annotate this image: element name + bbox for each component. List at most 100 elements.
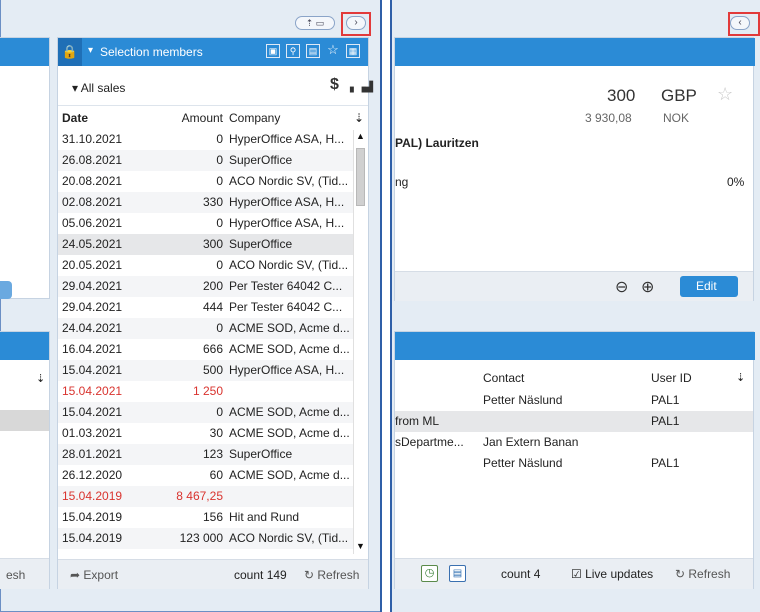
cell-amount: 1 250 bbox=[192, 384, 223, 398]
table-row[interactable]: 16.04.2021 666 ACME SOD, Acme d... bbox=[58, 339, 354, 360]
cell-date: 15.04.2019 bbox=[62, 510, 123, 524]
caret-down-icon[interactable]: ▾ bbox=[88, 45, 93, 56]
sort-icon[interactable]: ⇣ bbox=[736, 371, 745, 384]
cell-company: ACME SOD, Acme d... bbox=[229, 342, 350, 356]
filter-bar: ▾ All sales $ ▖▗▟ bbox=[58, 66, 373, 106]
card-icon[interactable]: ▣ bbox=[266, 44, 280, 58]
cell-user-id: PAL1 bbox=[651, 414, 680, 428]
cell-company: ACO Nordic SV, (Tid... bbox=[229, 174, 349, 188]
table-row[interactable]: sDepartme... Jan Extern Banan bbox=[395, 432, 753, 453]
panel-footer-button[interactable] bbox=[0, 281, 12, 299]
panel-header: 🔒 ▾ Selection members ▣ ⚲ ▤ ☆ ▦ bbox=[58, 38, 368, 66]
next-icon[interactable]: ⊕ bbox=[641, 277, 654, 297]
scroll-thumb[interactable] bbox=[356, 148, 365, 206]
previous-icon[interactable]: ⊖ bbox=[615, 277, 628, 297]
table-row[interactable]: Petter Näslund PAL1 bbox=[395, 390, 753, 411]
panel-header bbox=[0, 38, 49, 66]
left-partial-panel bbox=[0, 37, 50, 299]
cell-amount: 0 bbox=[216, 405, 223, 419]
cell-company: Hit and Rund bbox=[229, 510, 300, 524]
refresh-button[interactable]: esh bbox=[6, 568, 25, 582]
table-row[interactable]: 15.04.2019 156 Hit and Rund bbox=[58, 507, 354, 528]
cell-user-id: PAL1 bbox=[651, 393, 680, 407]
clock-icon[interactable]: ◷ bbox=[421, 565, 438, 582]
favorite-star-icon[interactable]: ☆ bbox=[717, 84, 733, 105]
table-row[interactable]: 26.12.2020 60 ACME SOD, Acme d... bbox=[58, 465, 354, 486]
cell-date: 28.01.2021 bbox=[62, 447, 123, 461]
scrollbar[interactable]: ▲ ▼ bbox=[353, 130, 367, 554]
table-row[interactable]: 20.08.2021 0 ACO Nordic SV, (Tid... bbox=[58, 171, 354, 192]
table-row[interactable]: Petter Näslund PAL1 bbox=[395, 453, 753, 474]
cell-company: ACME SOD, Acme d... bbox=[229, 426, 350, 440]
refresh-button[interactable]: ↻ Refresh bbox=[304, 568, 359, 582]
table-row[interactable]: 05.06.2021 0 HyperOffice ASA, H... bbox=[58, 213, 354, 234]
cell-company: HyperOffice ASA, H... bbox=[229, 216, 345, 230]
table-row[interactable]: 02.08.2021 330 HyperOffice ASA, H... bbox=[58, 192, 354, 213]
cell-company: ACME SOD, Acme d... bbox=[229, 321, 350, 335]
selection-members-panel: 🔒 ▾ Selection members ▣ ⚲ ▤ ☆ ▦ ▾ All sa… bbox=[57, 37, 373, 589]
column-date[interactable]: Date bbox=[62, 111, 88, 125]
cell-company: ACO Nordic SV, (Tid... bbox=[229, 531, 349, 545]
table-row[interactable]: 01.03.2021 30 ACME SOD, Acme d... bbox=[58, 423, 354, 444]
list-icon[interactable]: ▤ bbox=[306, 44, 320, 58]
cell-amount: 444 bbox=[202, 300, 223, 314]
table-row[interactable]: from ML PAL1 bbox=[395, 411, 753, 432]
cell-date: 24.05.2021 bbox=[62, 237, 123, 251]
live-updates-checkbox[interactable]: ☑ Live updates bbox=[571, 567, 653, 581]
table-row[interactable]: 15.04.2021 1 250 bbox=[58, 381, 354, 402]
find-icon[interactable]: ⚲ bbox=[286, 44, 300, 58]
column-contact[interactable]: Contact bbox=[483, 371, 524, 385]
cell-date: 20.05.2021 bbox=[62, 258, 123, 272]
table-row[interactable]: 26.08.2021 0 SuperOffice bbox=[58, 150, 354, 171]
table-row[interactable]: 24.05.2021 300 SuperOffice bbox=[58, 234, 354, 255]
panel-header bbox=[395, 38, 755, 66]
table-row[interactable]: 15.04.2021 500 HyperOffice ASA, H... bbox=[58, 360, 354, 381]
sale-amount: 300 bbox=[607, 86, 636, 105]
table-row[interactable]: 15.04.2019 123 000 ACO Nordic SV, (Tid... bbox=[58, 528, 354, 549]
table-row[interactable]: 31.10.2021 0 HyperOffice ASA, H... bbox=[58, 129, 354, 150]
cell-date: 20.08.2021 bbox=[62, 174, 123, 188]
table-row[interactable]: 20.05.2021 0 ACO Nordic SV, (Tid... bbox=[58, 255, 354, 276]
refresh-button[interactable]: ↻ Refresh bbox=[675, 567, 730, 581]
selected-row[interactable] bbox=[0, 410, 49, 431]
calendar-icon[interactable]: ▦ bbox=[346, 44, 360, 58]
sort-icon[interactable]: ⇣ bbox=[354, 111, 364, 125]
table-row[interactable]: 28.01.2021 123 SuperOffice bbox=[58, 444, 354, 465]
cell-date: 05.06.2021 bbox=[62, 216, 123, 230]
document-icon[interactable]: ▤ bbox=[449, 565, 466, 582]
panel-footer: ⊖ ⊕ Edit bbox=[395, 271, 753, 301]
lock-icon[interactable]: 🔒 bbox=[58, 38, 82, 66]
refresh-icon: ↻ bbox=[304, 568, 318, 582]
scroll-up-icon[interactable]: ▲ bbox=[356, 131, 365, 141]
table-row[interactable]: 24.04.2021 0 ACME SOD, Acme d... bbox=[58, 318, 354, 339]
cell-amount: 0 bbox=[216, 174, 223, 188]
window-edge bbox=[380, 0, 382, 612]
field-fragment: ng bbox=[395, 175, 409, 189]
cell-amount: 500 bbox=[202, 363, 223, 377]
all-sales-dropdown[interactable]: ▾ All sales bbox=[72, 81, 125, 95]
table-row[interactable]: 29.04.2021 444 Per Tester 64042 C... bbox=[58, 297, 354, 318]
pin-toggle-button[interactable]: ⇡ ▭ bbox=[295, 16, 335, 30]
panel-title[interactable]: Selection members bbox=[100, 45, 203, 59]
cell-description: from ML bbox=[395, 414, 440, 428]
export-label: Export bbox=[83, 568, 119, 582]
table-row[interactable]: 15.04.2019 8 467,25 bbox=[58, 486, 354, 507]
export-button[interactable]: ➦ Export bbox=[70, 568, 118, 582]
column-user-id[interactable]: User ID bbox=[651, 371, 692, 385]
table-row[interactable]: 29.04.2021 200 Per Tester 64042 C... bbox=[58, 276, 354, 297]
highlight-box bbox=[728, 12, 760, 36]
star-icon[interactable]: ☆ bbox=[326, 43, 340, 58]
sort-icon[interactable]: ⇣ bbox=[36, 372, 45, 385]
column-company[interactable]: Company bbox=[229, 111, 280, 125]
cell-amount: 0 bbox=[216, 132, 223, 146]
dollar-icon[interactable]: $ bbox=[330, 76, 339, 94]
cell-amount: 330 bbox=[202, 195, 223, 209]
bar-chart-icon[interactable]: ▖▗▟ bbox=[350, 82, 373, 93]
export-arrow-icon: ➦ bbox=[70, 568, 84, 582]
scroll-down-icon[interactable]: ▼ bbox=[356, 541, 365, 551]
cell-amount: 0 bbox=[216, 321, 223, 335]
column-amount[interactable]: Amount bbox=[168, 111, 223, 125]
table-row[interactable]: 15.04.2021 0 ACME SOD, Acme d... bbox=[58, 402, 354, 423]
cell-date: 31.10.2021 bbox=[62, 132, 123, 146]
edit-button[interactable]: Edit bbox=[680, 276, 738, 297]
